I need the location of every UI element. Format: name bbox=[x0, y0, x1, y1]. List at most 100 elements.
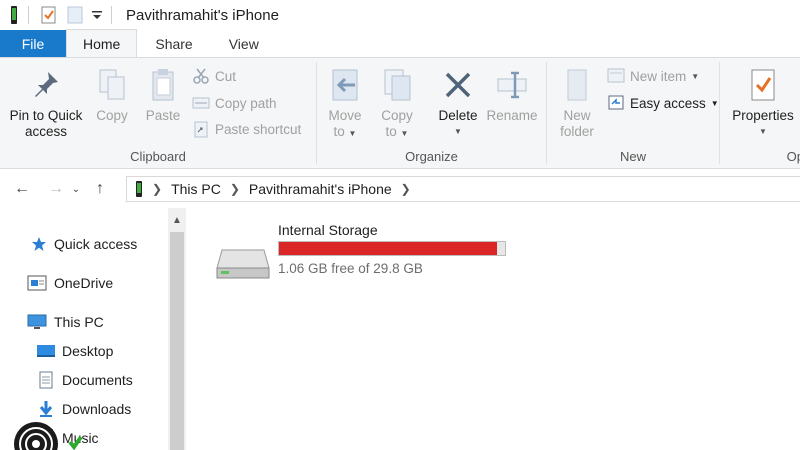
nav-item-label: OneDrive bbox=[54, 275, 114, 291]
window-title: Pavithramahit's iPhone bbox=[126, 6, 279, 24]
new-item-button[interactable]: New item ▼ bbox=[607, 65, 699, 87]
copy-to-button[interactable]: Copy to ▼ bbox=[375, 66, 419, 142]
screen-recorder-overlay bbox=[12, 406, 83, 450]
tab-home[interactable]: Home bbox=[66, 29, 138, 57]
paste-shortcut-button[interactable]: Paste shortcut bbox=[192, 118, 301, 140]
pin-icon bbox=[29, 66, 63, 104]
chevron-down-icon: ▼ bbox=[454, 127, 462, 136]
open-group-label: Op bbox=[786, 149, 800, 164]
chevron-right-icon[interactable]: ❯ bbox=[401, 182, 411, 196]
nav-item-label: Desktop bbox=[62, 343, 114, 359]
pin-label-line2: access bbox=[24, 124, 68, 139]
documents-icon bbox=[36, 371, 56, 389]
tab-share[interactable]: Share bbox=[137, 30, 210, 57]
address-bar[interactable]: ❯ This PC ❯ Pavithramahit's iPhone ❯ bbox=[126, 176, 800, 202]
paste-shortcut-label: Paste shortcut bbox=[215, 121, 302, 137]
nav-pane-scrollbar[interactable]: ▲ bbox=[168, 208, 186, 450]
move-to-button[interactable]: Move to ▼ bbox=[323, 66, 367, 142]
properties-check-icon[interactable] bbox=[41, 6, 57, 24]
chevron-right-icon[interactable]: ❯ bbox=[152, 182, 162, 196]
easy-access-label: Easy access bbox=[630, 95, 706, 111]
move-to-icon bbox=[328, 66, 362, 104]
new-folder-label-line2: folder bbox=[560, 124, 594, 139]
ribbon: Pin to Quick access Copy Paste Cut Copy … bbox=[0, 57, 800, 169]
copy-to-icon bbox=[380, 66, 414, 104]
computer-icon bbox=[26, 313, 48, 331]
up-arrow-icon[interactable]: ↑ bbox=[88, 177, 112, 201]
new-folder-label-line1: New bbox=[563, 108, 591, 123]
copy-to-label-line1: Copy bbox=[381, 108, 413, 123]
forward-arrow-icon[interactable]: → bbox=[44, 177, 68, 201]
nav-item-label: This PC bbox=[54, 314, 104, 330]
nav-item-quick-access[interactable]: Quick access bbox=[30, 232, 137, 256]
new-folder-icon bbox=[560, 66, 594, 104]
copy-path-icon bbox=[192, 94, 210, 112]
delete-x-icon bbox=[441, 66, 475, 104]
separator bbox=[28, 6, 29, 24]
rename-button[interactable]: Rename bbox=[485, 66, 539, 124]
chevron-down-icon: ▼ bbox=[691, 71, 700, 81]
customize-dropdown-icon[interactable] bbox=[89, 6, 105, 24]
tab-view[interactable]: View bbox=[211, 30, 277, 57]
recorder-logo-icon bbox=[14, 422, 83, 450]
desktop-folder-icon bbox=[36, 342, 56, 360]
clipboard-group-label: Clipboard bbox=[130, 149, 186, 164]
new-item-label: New item bbox=[630, 68, 687, 84]
phone-icon bbox=[135, 181, 143, 197]
scrollbar-thumb[interactable] bbox=[170, 232, 184, 450]
new-group-label: New bbox=[619, 149, 646, 164]
copy-label: Copy bbox=[96, 108, 128, 123]
nav-item-onedrive[interactable]: OneDrive bbox=[26, 271, 113, 295]
chevron-right-icon[interactable]: ❯ bbox=[230, 182, 240, 196]
navigation-bar: ← → ⌄ ↑ ❯ This PC ❯ Pavithramahit's iPho… bbox=[0, 170, 800, 208]
move-to-label-line2: to ▼ bbox=[333, 124, 357, 139]
move-to-label-line1: Move bbox=[328, 108, 362, 123]
scissors-icon bbox=[192, 67, 210, 85]
delete-label: Delete bbox=[438, 108, 478, 123]
new-folder-button[interactable]: New folder bbox=[555, 66, 599, 140]
new-item-icon bbox=[607, 67, 625, 85]
pin-to-quick-access-button[interactable]: Pin to Quick access bbox=[4, 66, 88, 140]
copy-icon bbox=[95, 66, 129, 104]
copy-path-label: Copy path bbox=[215, 95, 277, 111]
nav-item-desktop[interactable]: Desktop bbox=[36, 339, 113, 363]
nav-item-documents[interactable]: Documents bbox=[36, 368, 133, 392]
organize-group-label: Organize bbox=[405, 149, 458, 164]
star-icon bbox=[30, 235, 48, 253]
copy-path-button[interactable]: Copy path bbox=[192, 92, 277, 114]
paste-icon bbox=[146, 66, 180, 104]
easy-access-icon bbox=[607, 94, 625, 112]
back-arrow-icon[interactable]: ← bbox=[10, 177, 34, 201]
breadcrumb-iphone[interactable]: Pavithramahit's iPhone bbox=[249, 181, 392, 197]
cut-button[interactable]: Cut bbox=[192, 65, 236, 87]
recent-locations-chevron-icon[interactable]: ⌄ bbox=[68, 177, 84, 201]
tab-file[interactable]: File bbox=[0, 30, 66, 57]
paste-shortcut-icon bbox=[192, 120, 210, 138]
phone-icon[interactable] bbox=[6, 6, 22, 24]
drive-name: Internal Storage bbox=[278, 222, 378, 238]
delete-button[interactable]: Delete ▼ bbox=[433, 66, 483, 140]
properties-icon bbox=[746, 66, 780, 104]
rename-icon bbox=[495, 66, 529, 104]
new-group: New folder New item ▼ Easy access ▼ New bbox=[547, 58, 719, 168]
easy-access-button[interactable]: Easy access ▼ bbox=[607, 92, 719, 114]
breadcrumb-this-pc[interactable]: This PC bbox=[171, 181, 221, 197]
paste-button[interactable]: Paste bbox=[140, 66, 186, 124]
properties-button[interactable]: Properties ▼ bbox=[728, 66, 798, 140]
separator bbox=[111, 6, 112, 24]
nav-item-label: Quick access bbox=[54, 236, 138, 252]
properties-label: Properties bbox=[732, 108, 794, 123]
nav-item-this-pc[interactable]: This PC bbox=[26, 310, 104, 334]
new-folder-icon[interactable] bbox=[67, 6, 83, 24]
copy-to-label-line2: to ▼ bbox=[385, 124, 409, 139]
organize-group: Move to ▼ Copy to ▼ Delete ▼ Rename Orga… bbox=[317, 58, 546, 168]
content-pane: Internal Storage 1.06 GB free of 29.8 GB bbox=[186, 208, 800, 450]
copy-button[interactable]: Copy bbox=[90, 66, 134, 124]
title-bar: Pavithramahit's iPhone bbox=[0, 0, 800, 30]
drive-usage-fill bbox=[279, 242, 497, 255]
drive-usage-bar bbox=[278, 241, 506, 256]
scroll-up-arrow-icon[interactable]: ▲ bbox=[168, 208, 186, 232]
drive-free-space: 1.06 GB free of 29.8 GB bbox=[278, 261, 423, 276]
chevron-down-icon: ▼ bbox=[759, 127, 767, 136]
pin-label-line1: Pin to Quick bbox=[9, 108, 83, 123]
